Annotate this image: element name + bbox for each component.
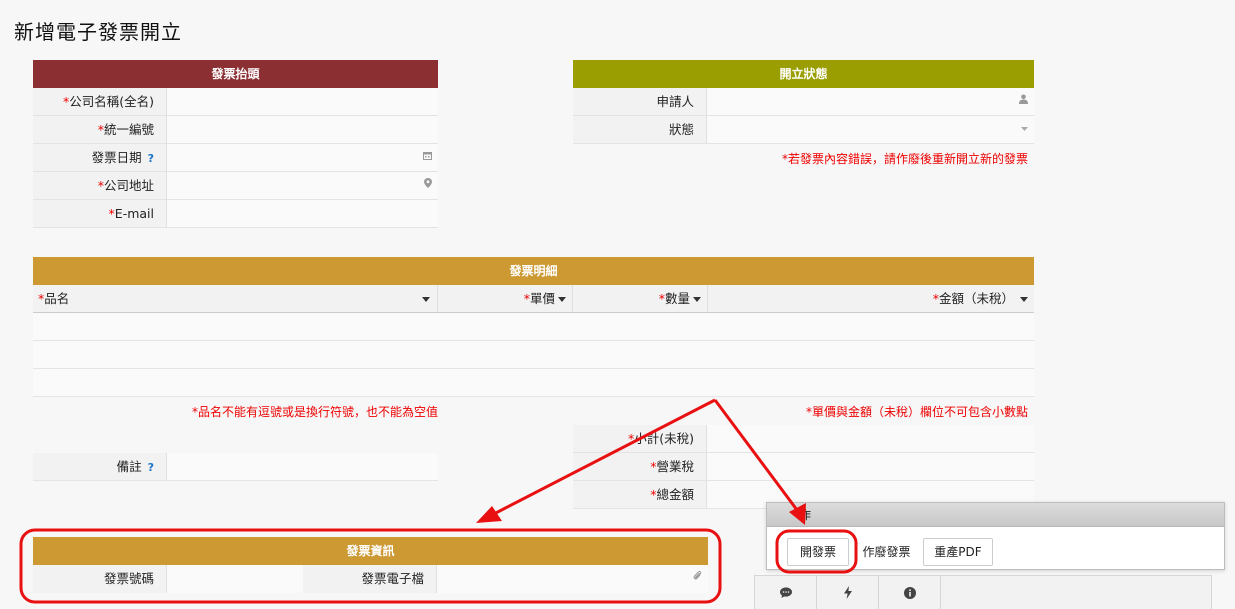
column-quantity[interactable]: *數量 bbox=[573, 285, 708, 312]
status-note: *若發票內容錯誤，請作廢後重新開立新的發票 bbox=[781, 152, 1028, 166]
company-name-label: 公司名稱(全名) bbox=[69, 94, 154, 109]
sales-tax-row: *營業稅 bbox=[573, 453, 1034, 481]
subtotal-row: *小計(未稅) bbox=[573, 425, 1034, 453]
subtotal-value bbox=[707, 425, 1034, 452]
tax-id-row: *統一編號 bbox=[33, 116, 438, 144]
totals-panel: *小計(未稅) *營業稅 *總金額 bbox=[573, 425, 1034, 509]
invoice-details-panel: 發票明細 *品名 *單價 *數量 *金額（未稅） bbox=[33, 257, 1034, 397]
email-label: E-mail bbox=[114, 206, 154, 221]
calendar-icon[interactable] bbox=[423, 144, 432, 172]
remarks-row: 備註? bbox=[33, 453, 438, 481]
dropdown-icon[interactable] bbox=[1021, 116, 1028, 144]
comment-icon[interactable] bbox=[755, 576, 817, 609]
company-address-row: *公司地址 bbox=[33, 172, 438, 200]
item-name-note: *品名不能有逗號或是換行符號，也不能為空值 bbox=[191, 405, 438, 419]
sales-tax-value bbox=[707, 453, 1034, 480]
status-label: 狀態 bbox=[573, 116, 707, 143]
invoice-date-row: 發票日期? bbox=[33, 144, 438, 172]
company-address-label: 公司地址 bbox=[103, 178, 154, 193]
column-item-name[interactable]: *品名 bbox=[33, 285, 438, 312]
detail-row[interactable] bbox=[33, 369, 1034, 397]
column-item-name-label: 品名 bbox=[44, 291, 70, 306]
bolt-icon[interactable] bbox=[817, 576, 879, 609]
help-icon[interactable]: ? bbox=[148, 461, 154, 474]
price-note: *單價與金額（未稅）欄位不可包含小數點 bbox=[805, 405, 1028, 419]
company-name-row: *公司名稱(全名) bbox=[33, 88, 438, 116]
sort-caret-icon[interactable] bbox=[422, 297, 430, 302]
help-icon[interactable]: ? bbox=[148, 152, 154, 165]
invoice-info-title: 發票資訊 bbox=[33, 537, 708, 565]
action-panel: 作 開發票 作廢發票 重產PDF bbox=[766, 502, 1225, 570]
tax-id-label: 統一編號 bbox=[103, 122, 154, 137]
applicant-label: 申請人 bbox=[573, 88, 707, 115]
bottom-toolbar bbox=[754, 575, 1212, 609]
applicant-input[interactable] bbox=[707, 88, 1034, 115]
info-icon[interactable] bbox=[879, 576, 941, 609]
regenerate-pdf-button[interactable]: 重產PDF bbox=[923, 538, 993, 566]
column-quantity-label: 數量 bbox=[664, 291, 690, 306]
map-pin-icon[interactable] bbox=[424, 172, 432, 200]
invoice-date-label: 發票日期 bbox=[91, 150, 142, 165]
status-panel-title: 開立狀態 bbox=[573, 60, 1034, 88]
company-name-input[interactable] bbox=[167, 88, 438, 115]
invoice-header-title: 發票抬頭 bbox=[33, 60, 438, 88]
details-column-headers: *品名 *單價 *數量 *金額（未稅） bbox=[33, 285, 1034, 313]
issue-invoice-button[interactable]: 開發票 bbox=[787, 538, 849, 566]
sort-caret-icon[interactable] bbox=[693, 297, 701, 302]
action-panel-title: 作 bbox=[799, 508, 812, 522]
detail-row[interactable] bbox=[33, 341, 1034, 369]
invoice-details-title: 發票明細 bbox=[33, 257, 1034, 285]
sort-caret-icon[interactable] bbox=[1020, 297, 1028, 302]
remarks-input[interactable] bbox=[167, 453, 438, 480]
column-amount-label: 金額（未稅） bbox=[938, 291, 1014, 306]
total-amount-label: 總金額 bbox=[656, 487, 694, 502]
status-row: 狀態 bbox=[573, 116, 1034, 144]
column-unit-price-label: 單價 bbox=[529, 291, 555, 306]
column-unit-price[interactable]: *單價 bbox=[438, 285, 573, 312]
invoice-info-panel: 發票資訊 發票號碼 發票電子檔 bbox=[33, 537, 708, 593]
invoice-date-input[interactable] bbox=[167, 144, 438, 171]
void-invoice-button[interactable]: 作廢發票 bbox=[853, 538, 920, 566]
paperclip-icon[interactable] bbox=[693, 565, 702, 593]
status-select[interactable] bbox=[707, 116, 1034, 143]
sales-tax-label: 營業稅 bbox=[656, 459, 694, 474]
invoice-file-input[interactable] bbox=[437, 565, 708, 593]
action-panel-header: 作 bbox=[767, 503, 1224, 527]
email-row: *E-mail bbox=[33, 200, 438, 228]
user-icon bbox=[1019, 88, 1028, 116]
status-panel: 開立狀態 申請人 狀態 *若發票內容錯誤，請作廢後重新開立新的發票 bbox=[573, 60, 1034, 167]
email-input[interactable] bbox=[167, 200, 438, 227]
invoice-file-label: 發票電子檔 bbox=[303, 565, 437, 593]
company-address-input[interactable] bbox=[167, 172, 438, 199]
remarks-label: 備註 bbox=[116, 459, 142, 474]
invoice-number-label: 發票號碼 bbox=[33, 565, 167, 593]
detail-row[interactable] bbox=[33, 313, 1034, 341]
invoice-header-panel: 發票抬頭 *公司名稱(全名) *統一編號 發票日期? *公司地址 *E-mail bbox=[33, 60, 438, 228]
page-title: 新增電子發票開立 bbox=[14, 20, 182, 44]
tax-id-input[interactable] bbox=[167, 116, 438, 143]
column-amount[interactable]: *金額（未稅） bbox=[708, 285, 1034, 312]
applicant-row: 申請人 bbox=[573, 88, 1034, 116]
sort-caret-icon[interactable] bbox=[558, 297, 566, 302]
arrow-head-left bbox=[476, 506, 502, 523]
subtotal-label: 小計(未稅) bbox=[634, 431, 694, 446]
invoice-number-value bbox=[167, 565, 303, 593]
